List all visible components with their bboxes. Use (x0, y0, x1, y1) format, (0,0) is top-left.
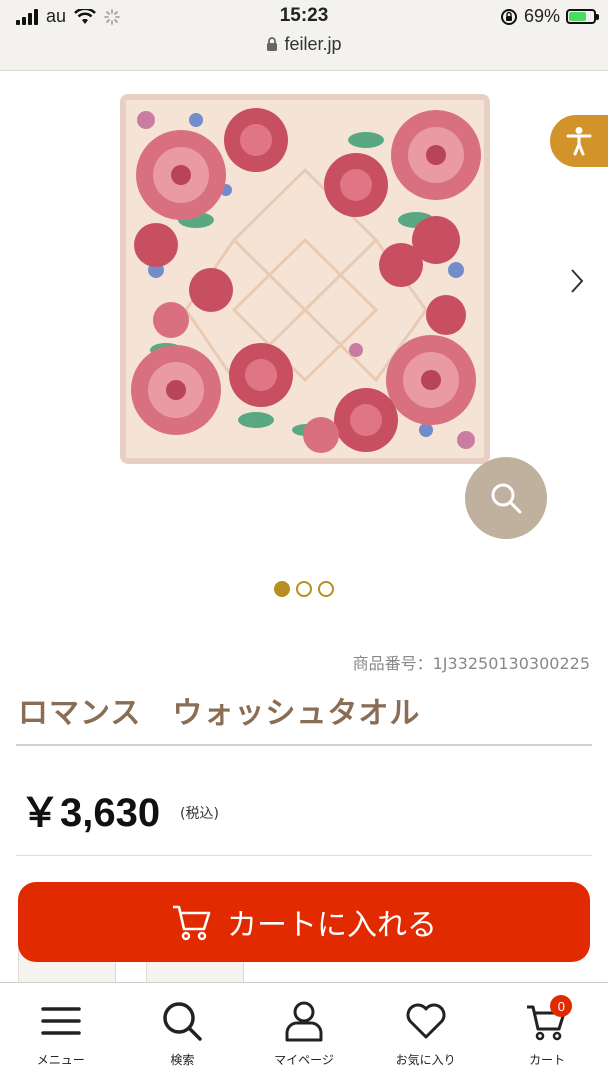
nav-cart[interactable]: 0 カート (486, 983, 608, 1081)
nav-label: マイページ (274, 1053, 334, 1067)
add-to-cart-button[interactable]: カートに入れる (18, 882, 590, 962)
image-pagination (0, 581, 608, 597)
title-divider (16, 744, 592, 746)
product-name: ロマンス ウォッシュタオル (18, 696, 421, 731)
pagination-dot[interactable] (296, 581, 312, 597)
orientation-lock-icon (500, 8, 517, 25)
price-divider (16, 855, 592, 856)
nav-search[interactable]: 検索 (122, 983, 244, 1081)
bottom-nav: メニュー 検索 マイページ お気に入り 0 カート (0, 982, 608, 1081)
nav-label: 検索 (170, 1053, 195, 1067)
cart-icon (173, 905, 211, 941)
status-right: 69% (500, 6, 599, 27)
url-bar[interactable]: feiler.jp (0, 34, 608, 55)
magnifier-icon (491, 483, 522, 514)
search-icon (163, 1002, 203, 1041)
nav-label: お気に入り (395, 1053, 456, 1067)
battery-fill (569, 12, 586, 21)
product-image[interactable] (120, 94, 490, 464)
pagination-dot[interactable] (318, 581, 334, 597)
menu-icon (41, 1007, 81, 1035)
pagination-dot[interactable] (274, 581, 290, 597)
product-price: ￥3,630 (20, 791, 161, 835)
url-text: feiler.jp (284, 34, 342, 54)
nav-label: カート (529, 1053, 566, 1067)
battery-icon (566, 9, 599, 24)
accessibility-icon (566, 127, 592, 156)
zoom-button[interactable] (465, 457, 547, 539)
product-code: 商品番号：1J33250130300225 (352, 654, 590, 673)
lock-icon (267, 37, 278, 51)
heart-icon (406, 1003, 446, 1039)
status-bar: au 15:23 feiler.jp 69% (0, 0, 608, 71)
user-icon (285, 1001, 323, 1042)
accessibility-button[interactable] (550, 115, 608, 167)
next-image-arrow-icon[interactable] (564, 266, 590, 296)
floral-towel-image (126, 100, 484, 458)
tax-note: (税込) (180, 806, 219, 822)
nav-mypage[interactable]: マイページ (243, 983, 365, 1081)
nav-menu[interactable]: メニュー (0, 983, 122, 1081)
add-to-cart-label: カートに入れる (227, 908, 437, 943)
nav-favorites[interactable]: お気に入り (365, 983, 487, 1081)
nav-label: メニュー (36, 1053, 85, 1067)
battery-percent: 69% (523, 6, 560, 26)
